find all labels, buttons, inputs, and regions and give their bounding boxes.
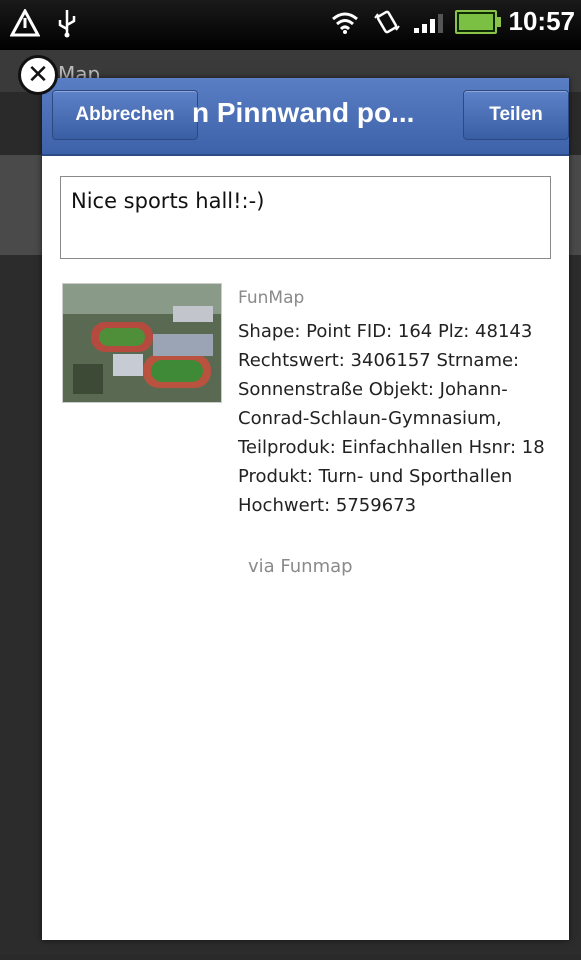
link-source: FunMap <box>238 288 305 308</box>
status-left-icons <box>10 8 78 38</box>
battery-icon <box>454 9 501 34</box>
link-description: Shape: Point FID: 164 Plz: 48143 Rechtsw… <box>238 321 545 516</box>
vibrate-icon <box>373 10 400 33</box>
close-icon[interactable]: ✕ <box>18 55 58 95</box>
status-bar: 10:57 <box>0 0 581 50</box>
cancel-button[interactable]: Abbrechen <box>52 90 198 140</box>
dialog-title: n Pinnwand po... <box>192 97 415 128</box>
wifi-icon <box>331 12 358 34</box>
dialog-header: Abbrechen n Pinnwand po... Teilen <box>42 78 569 156</box>
link-thumbnail <box>62 283 222 403</box>
signal-icon <box>413 11 443 33</box>
status-right-icons: 10:57 <box>330 6 576 37</box>
warning-icon <box>10 9 40 37</box>
usb-icon <box>58 10 76 38</box>
message-input[interactable]: Nice sports hall!:-) <box>60 176 551 259</box>
link-via: via Funmap <box>248 556 353 577</box>
share-dialog: Abbrechen n Pinnwand po... Teilen Nice s… <box>42 78 569 940</box>
share-button[interactable]: Teilen <box>463 90 569 140</box>
status-clock: 10:57 <box>508 6 576 36</box>
